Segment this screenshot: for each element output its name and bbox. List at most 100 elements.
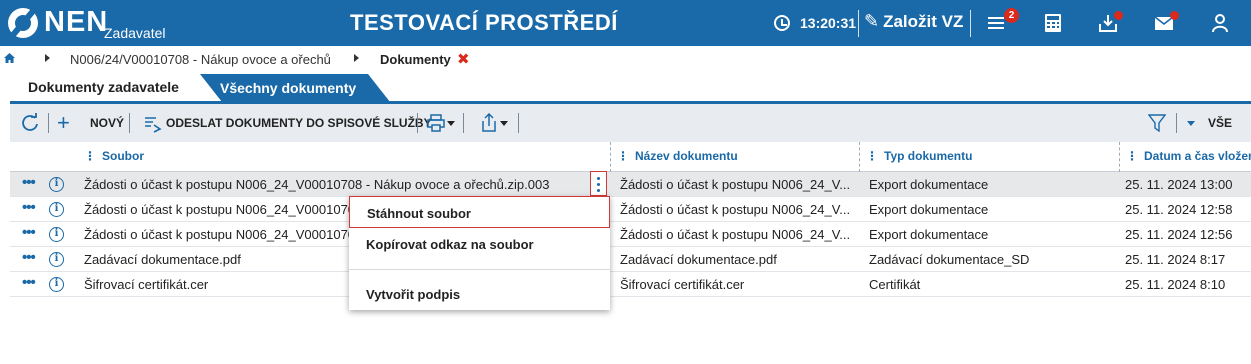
send-to-records-button[interactable]: ODESLAT DOKUMENTY DO SPISOVÉ SLUŽBY	[166, 116, 432, 130]
column-header-soubor[interactable]: ⋮ Soubor	[84, 149, 144, 163]
cell-soubor[interactable]: Šifrovací certifikát.cer	[84, 277, 354, 292]
environment-title: TESTOVACÍ PROSTŘEDÍ	[350, 10, 618, 35]
notification-badge: 2	[1004, 8, 1019, 23]
row-actions-icon[interactable]: •••	[22, 274, 36, 291]
user-icon[interactable]	[1209, 12, 1231, 34]
divider	[970, 10, 971, 37]
column-divider[interactable]	[859, 142, 860, 172]
cell-nazev: Žádosti o účast k postupu N006_24_V...	[620, 202, 851, 217]
menu-item-download[interactable]: Stáhnout soubor	[349, 196, 610, 228]
close-icon[interactable]: ✖	[457, 50, 470, 68]
logo-text[interactable]: NEN	[44, 6, 108, 39]
refresh-icon[interactable]	[20, 113, 40, 133]
cell-typ: Export dokumentace	[869, 177, 989, 192]
cell-nazev: Šifrovací certifikát.cer	[620, 277, 745, 292]
menu-item-label: Kopírovat odkaz na soubor	[366, 237, 534, 252]
table-row[interactable]: ••• i Šifrovací certifikát.cer Šifrovací…	[10, 272, 1251, 297]
export-dropdown-icon[interactable]	[500, 121, 508, 126]
info-icon[interactable]: i	[49, 227, 64, 242]
column-menu-icon[interactable]: ⋮	[866, 149, 878, 163]
logo-subtitle: Zadavatel	[104, 25, 166, 41]
toolbar: + NOVÝ ODESLAT DOKUMENTY DO SPISOVÉ SLUŽ…	[10, 104, 1251, 142]
cell-typ: Certifikát	[869, 277, 921, 292]
info-icon[interactable]: i	[49, 252, 64, 267]
menu-divider	[349, 269, 610, 270]
column-divider[interactable]	[610, 142, 611, 172]
filter-dropdown-icon[interactable]	[1187, 121, 1195, 126]
session-time: 13:20:31	[800, 15, 857, 31]
row-actions-icon[interactable]: •••	[22, 249, 36, 266]
cell-soubor[interactable]: Zadávací dokumentace.pdf	[84, 252, 354, 267]
new-button[interactable]: NOVÝ	[90, 116, 124, 130]
table-row[interactable]: ••• i Žádosti o účast k postupu N006_24_…	[10, 171, 1251, 197]
row-actions-icon[interactable]: •••	[22, 199, 36, 216]
new-vz-label: Založit VZ	[883, 12, 964, 31]
row-menu-button[interactable]	[590, 171, 607, 196]
divider	[129, 113, 130, 133]
grid-header: ⋮ Soubor ⋮ Název dokumentu ⋮ Typ dokumentu …	[10, 142, 1251, 172]
tab-vsechny-dokumenty[interactable]: Všechny dokumenty	[200, 74, 390, 102]
cell-typ: Export dokumentace	[869, 202, 989, 217]
export-icon[interactable]	[480, 113, 498, 132]
cell-typ: Zadávací dokumentace_SD	[869, 252, 1030, 267]
column-divider[interactable]	[1119, 142, 1120, 172]
column-header-nazev[interactable]: ⋮ Název dokumentu	[617, 149, 738, 163]
cell-datum: 25. 11. 2024 13:00	[1125, 177, 1233, 192]
divider	[518, 113, 519, 133]
print-dropdown-icon[interactable]	[447, 121, 455, 126]
cell-datum: 25. 11. 2024 12:56	[1125, 227, 1233, 242]
divider	[417, 113, 418, 133]
cell-datum: 25. 11. 2024 12:58	[1125, 202, 1233, 217]
nen-logo-icon[interactable]	[8, 8, 38, 38]
table-row[interactable]: ••• i Žádosti o účast k postupu N006_24_…	[10, 222, 1251, 247]
print-icon[interactable]	[427, 114, 445, 132]
breadcrumb-chevron-icon	[354, 54, 359, 62]
tab-dokumenty-zadavatele[interactable]: Dokumenty zadavatele	[10, 72, 214, 102]
table-row[interactable]: ••• i Žádosti o účast k postupu N006_24_…	[10, 197, 1251, 222]
cell-datum: 25. 11. 2024 8:17	[1125, 252, 1226, 267]
info-icon[interactable]: i	[49, 202, 64, 217]
column-header-typ[interactable]: ⋮ Typ dokumentu	[866, 149, 972, 163]
breadcrumb-item-tender[interactable]: N006/24/V00010708 - Nákup ovoce a ořechů	[70, 52, 331, 67]
column-label: Název dokumentu	[635, 149, 738, 163]
column-label: Typ dokumentu	[884, 149, 973, 163]
column-menu-icon[interactable]: ⋮	[1126, 149, 1138, 163]
divider	[1176, 113, 1177, 133]
cell-datum: 25. 11. 2024 8:10	[1125, 277, 1226, 292]
cell-typ: Export dokumentace	[869, 227, 989, 242]
row-context-menu: Stáhnout soubor Kopírovat odkaz na soubo…	[349, 196, 610, 310]
calculator-icon[interactable]	[1042, 12, 1064, 34]
edit-icon: ✎	[864, 11, 880, 31]
mail-alert-dot	[1170, 11, 1179, 20]
menu-item-copy-link[interactable]: Kopírovat odkaz na soubor	[349, 228, 610, 260]
send-icon[interactable]	[144, 115, 162, 133]
column-label: Soubor	[102, 149, 144, 163]
breadcrumb: N006/24/V00010708 - Nákup ovoce a ořechů…	[0, 46, 1251, 70]
cell-soubor[interactable]: Žádosti o účast k postupu N006_24_V00010…	[84, 177, 584, 192]
tab-label: Všechny dokumenty	[220, 80, 357, 96]
column-header-datum[interactable]: ⋮ Datum a čas vložení	[1126, 149, 1251, 163]
row-actions-icon[interactable]: •••	[22, 174, 36, 191]
menu-item-label: Vytvořit podpis	[366, 287, 461, 302]
menu-item-label: Stáhnout soubor	[367, 206, 471, 221]
new-vz-button[interactable]: ✎ Založit VZ	[864, 11, 963, 32]
cell-nazev: Zadávací dokumentace.pdf	[620, 252, 777, 267]
divider	[463, 113, 464, 133]
info-icon[interactable]: i	[49, 277, 64, 292]
menu-item-create-signature[interactable]: Vytvořit podpis	[349, 278, 610, 310]
column-menu-icon[interactable]: ⋮	[84, 149, 96, 163]
breadcrumb-item-current: Dokumenty	[380, 52, 451, 67]
table-row[interactable]: ••• i Zadávací dokumentace.pdf Zadávací …	[10, 247, 1251, 272]
divider	[858, 10, 859, 37]
filter-icon[interactable]	[1148, 114, 1166, 132]
tab-label: Dokumenty zadavatele	[28, 79, 179, 95]
plus-icon[interactable]: +	[57, 112, 70, 134]
top-bar: NEN Zadavatel TESTOVACÍ PROSTŘEDÍ 13:20:…	[0, 0, 1251, 46]
column-menu-icon[interactable]: ⋮	[617, 149, 629, 163]
row-actions-icon[interactable]: •••	[22, 224, 36, 241]
cell-soubor[interactable]: Žádosti o účast k postupu N006_24_V00010…	[84, 202, 374, 217]
cell-soubor[interactable]: Žádosti o účast k postupu N006_24_V00010…	[84, 227, 374, 242]
filter-all-label[interactable]: VŠE	[1208, 116, 1232, 130]
inbox-alert-dot	[1114, 11, 1123, 20]
info-icon[interactable]: i	[49, 177, 64, 192]
